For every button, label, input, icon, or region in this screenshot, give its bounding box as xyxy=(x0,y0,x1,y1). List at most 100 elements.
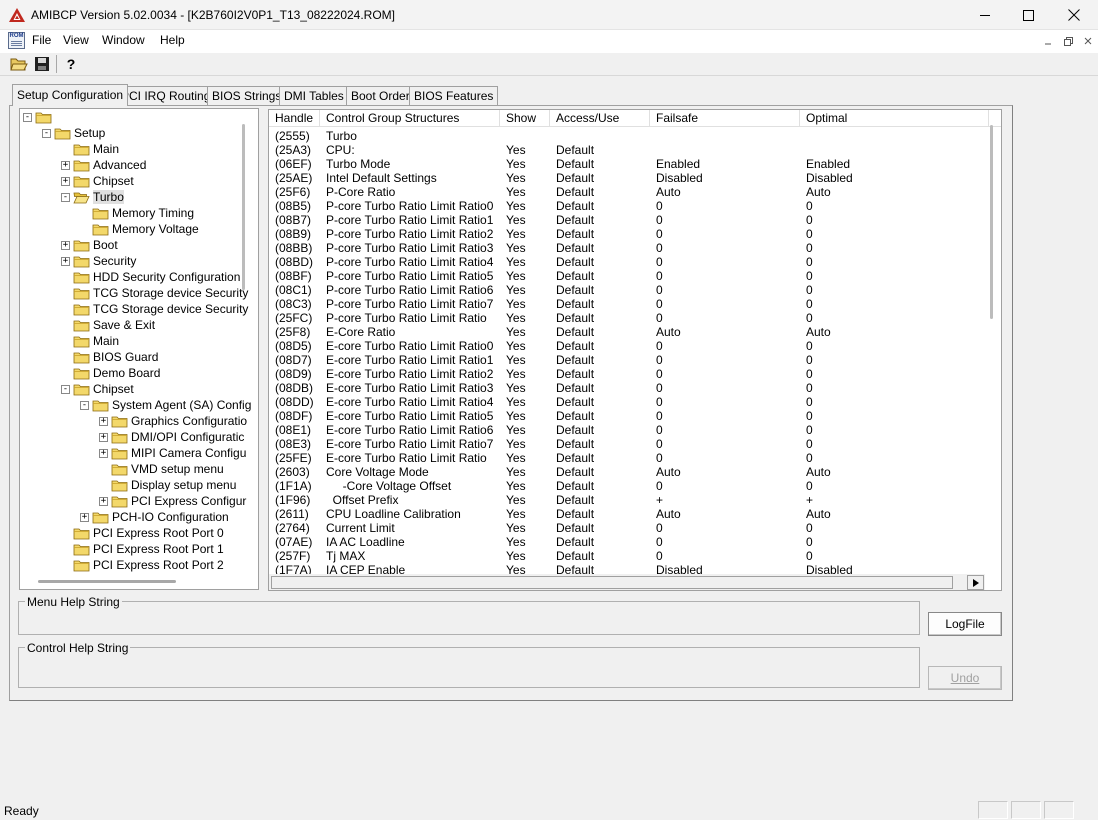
table-row[interactable]: (25F6) P-Core Ratio Yes Default Auto Auto xyxy=(269,185,989,199)
table-row[interactable]: (08B7) P-core Turbo Ratio Limit Ratio1 Yes… xyxy=(269,213,989,227)
tree-node[interactable]: Memory Timing xyxy=(80,205,194,221)
tree-node[interactable]: PCI Express Root Port 2 xyxy=(61,557,224,573)
table-row[interactable]: (08D7) E-core Turbo Ratio Limit Ratio1 Yes… xyxy=(269,353,989,367)
expand-icon[interactable]: + xyxy=(61,176,70,186)
table-row[interactable]: (08BB) P-core Turbo Ratio Limit Ratio3 Yes… xyxy=(269,241,989,255)
tree-node[interactable]: + PCH-IO Configuration xyxy=(80,509,229,525)
collapse-icon[interactable]: - xyxy=(61,384,70,394)
table-row[interactable]: (08E3) E-core Turbo Ratio Limit Ratio7 Yes… xyxy=(269,437,989,451)
tree-node[interactable]: PCI Express Root Port 1 xyxy=(61,541,224,557)
table-row[interactable]: (2764) Current Limit Yes Default 0 0 xyxy=(269,521,989,535)
save-button[interactable] xyxy=(31,54,53,74)
header-col-control-group[interactable]: Control Group Structures xyxy=(320,110,500,127)
tree-node[interactable]: + Chipset xyxy=(61,173,134,189)
table-row[interactable]: (1F96) Offset Prefix Yes Default + + xyxy=(269,493,989,507)
tree-node[interactable]: Memory Voltage xyxy=(80,221,199,237)
expand-icon[interactable]: + xyxy=(80,512,89,522)
rom-document-icon[interactable]: ROM xyxy=(8,32,25,49)
grid-horizontal-scrollbar-thumb[interactable] xyxy=(271,576,953,589)
expand-icon[interactable]: + xyxy=(61,256,70,266)
mdi-close-button[interactable] xyxy=(1080,34,1096,48)
expand-icon[interactable]: + xyxy=(61,160,70,170)
table-row[interactable]: (08DB) E-core Turbo Ratio Limit Ratio3 Yes… xyxy=(269,381,989,395)
tree-node[interactable]: TCG Storage device Security xyxy=(61,301,248,317)
tree-node[interactable]: Main xyxy=(61,141,119,157)
tab-dmi-tables[interactable]: DMI Tables xyxy=(279,86,349,105)
tree-node[interactable]: - Setup xyxy=(42,125,105,141)
expand-icon[interactable]: + xyxy=(99,496,108,506)
tree-node[interactable]: - Turbo xyxy=(61,189,124,205)
menu-help[interactable]: Help xyxy=(160,33,185,47)
tree-vertical-scrollbar[interactable] xyxy=(242,124,245,290)
table-row[interactable]: (08B5) P-core Turbo Ratio Limit Ratio0 Yes… xyxy=(269,199,989,213)
minimize-button[interactable] xyxy=(962,0,1008,30)
header-col-access-use[interactable]: Access/Use xyxy=(550,110,650,127)
tree-node[interactable]: BIOS Guard xyxy=(61,349,158,365)
tab-boot-order[interactable]: Boot Order xyxy=(346,86,415,105)
tree-node[interactable]: + DMI/OPI Configuratic xyxy=(99,429,244,445)
header-col-show[interactable]: Show xyxy=(500,110,550,127)
table-row[interactable]: (25AE) Intel Default Settings Yes Default Di… xyxy=(269,171,989,185)
grid-vertical-scrollbar[interactable] xyxy=(990,125,993,319)
grid-scroll-right-button[interactable] xyxy=(967,575,984,590)
tab-bios-features[interactable]: BIOS Features xyxy=(409,86,499,105)
open-button[interactable] xyxy=(8,54,30,74)
tree-node[interactable]: Save & Exit xyxy=(61,317,155,333)
tree-node[interactable]: + Graphics Configuratio xyxy=(99,413,247,429)
table-row[interactable]: (25F8) E-Core Ratio Yes Default Auto Auto xyxy=(269,325,989,339)
expand-icon[interactable]: + xyxy=(61,240,70,250)
table-row[interactable]: (08BD) P-core Turbo Ratio Limit Ratio4 Yes… xyxy=(269,255,989,269)
table-row[interactable]: (06EF) Turbo Mode Yes Default Enabled Enabled xyxy=(269,157,989,171)
tree-node[interactable]: Main xyxy=(61,333,119,349)
close-button[interactable] xyxy=(1051,0,1097,30)
collapse-icon[interactable]: - xyxy=(42,128,51,138)
tree-node[interactable]: - Chipset xyxy=(61,381,134,397)
help-button[interactable]: ? xyxy=(60,54,82,74)
logfile-button[interactable]: LogFile xyxy=(928,612,1002,636)
tree-node[interactable]: - System Agent (SA) Config xyxy=(80,397,251,413)
tree-node[interactable]: VMD setup menu xyxy=(99,461,224,477)
menu-file[interactable]: File xyxy=(32,33,51,47)
tree-node[interactable]: HDD Security Configuration xyxy=(61,269,240,285)
tree-node[interactable]: + Advanced xyxy=(61,157,146,173)
table-row[interactable]: (08DF) E-core Turbo Ratio Limit Ratio5 Yes… xyxy=(269,409,989,423)
tree-node[interactable]: + Boot xyxy=(61,237,118,253)
collapse-icon[interactable]: - xyxy=(80,400,89,410)
maximize-button[interactable] xyxy=(1005,0,1051,30)
table-row[interactable]: (25FE) E-core Turbo Ratio Limit Ratio Yes D… xyxy=(269,451,989,465)
tree-node[interactable]: Demo Board xyxy=(61,365,160,381)
menu-view[interactable]: View xyxy=(63,33,89,47)
table-row[interactable]: (25FC) P-core Turbo Ratio Limit Ratio Yes D… xyxy=(269,311,989,325)
tree-node[interactable]: TCG Storage device Security xyxy=(61,285,248,301)
expand-icon[interactable]: + xyxy=(99,416,108,426)
header-col-handle[interactable]: Handle xyxy=(269,110,320,127)
tree-node[interactable]: - xyxy=(23,109,55,125)
tree-node[interactable]: + PCI Express Configur xyxy=(99,493,246,509)
tree-node[interactable]: + MIPI Camera Configu xyxy=(99,445,246,461)
mdi-minimize-button[interactable] xyxy=(1040,34,1056,48)
expand-icon[interactable]: + xyxy=(99,448,108,458)
table-row[interactable]: (07AE) IA AC Loadline Yes Default 0 0 xyxy=(269,535,989,549)
menu-window[interactable]: Window xyxy=(102,33,145,47)
table-row[interactable]: (08B9) P-core Turbo Ratio Limit Ratio2 Yes… xyxy=(269,227,989,241)
expand-icon[interactable]: + xyxy=(99,432,108,442)
header-col-optimal[interactable]: Optimal xyxy=(800,110,989,127)
table-row[interactable]: (08C1) P-core Turbo Ratio Limit Ratio6 Yes… xyxy=(269,283,989,297)
table-row[interactable]: (08E1) E-core Turbo Ratio Limit Ratio6 Yes… xyxy=(269,423,989,437)
table-row[interactable]: (1F1A) -Core Voltage Offset Yes Default 0 0 xyxy=(269,479,989,493)
table-row[interactable]: (25A3) CPU: Yes Default xyxy=(269,143,989,157)
table-row[interactable]: (2555) Turbo xyxy=(269,129,989,143)
table-row[interactable]: (2611) CPU Loadline Calibration Yes Default… xyxy=(269,507,989,521)
setup-tree-view[interactable]: - - Setup Main + Advanced + Chipset - Turbo Memory… xyxy=(19,108,259,590)
collapse-icon[interactable]: - xyxy=(23,112,32,122)
tree-node[interactable]: PCI Express Root Port 0 xyxy=(61,525,224,541)
header-col-failsafe[interactable]: Failsafe xyxy=(650,110,800,127)
undo-button[interactable]: Undo xyxy=(928,666,1002,690)
tree-node[interactable]: + Security xyxy=(61,253,136,269)
table-row[interactable]: (257F) Tj MAX Yes Default 0 0 xyxy=(269,549,989,563)
table-row[interactable]: (08D9) E-core Turbo Ratio Limit Ratio2 Yes… xyxy=(269,367,989,381)
table-row[interactable]: (08D5) E-core Turbo Ratio Limit Ratio0 Yes… xyxy=(269,339,989,353)
tree-node[interactable]: Display setup menu xyxy=(99,477,236,493)
table-row[interactable]: (08C3) P-core Turbo Ratio Limit Ratio7 Yes… xyxy=(269,297,989,311)
table-row[interactable]: (08BF) P-core Turbo Ratio Limit Ratio5 Yes… xyxy=(269,269,989,283)
